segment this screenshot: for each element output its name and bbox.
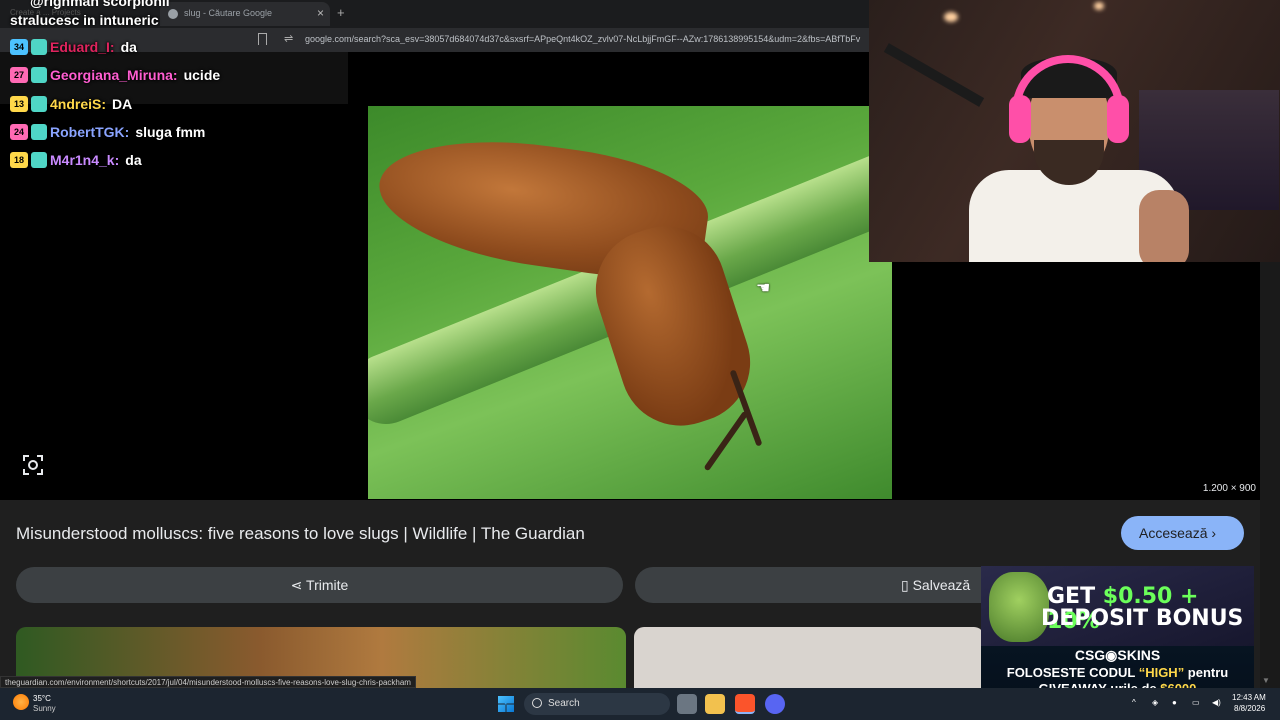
bookmark-outline-icon: ▯ <box>901 577 913 593</box>
new-tab-icon[interactable]: + <box>337 5 345 20</box>
chat-badge-icon <box>31 67 47 83</box>
windows-taskbar: 35°C Sunny Search ^ ◈ ● ▭ ◀) 12:43 AM 8/… <box>0 688 1280 720</box>
search-icon <box>532 698 542 708</box>
sponsor-ad-banner: GET $0.50 + 10% DEPOSIT BONUS CSG◉SKINS … <box>981 566 1254 698</box>
weather-temperature: 35°C <box>33 694 51 703</box>
chat-message: 27 Georgiana_Miruna: ucide <box>10 64 220 86</box>
weather-description: Sunny <box>33 704 56 713</box>
tab-title: slug - Căutare Google <box>184 8 273 18</box>
chevron-right-icon: › <box>1211 525 1217 541</box>
share-button[interactable]: ⋖ Trimite <box>16 567 623 603</box>
chat-message: 13 4ndreiS: DA <box>10 93 132 115</box>
mic-icon[interactable]: ● <box>1172 698 1177 707</box>
file-explorer-icon[interactable] <box>705 694 725 714</box>
chat-username: Eduard_I: <box>50 39 115 55</box>
chat-message-text: DA <box>112 96 133 112</box>
discord-icon[interactable] <box>765 694 785 714</box>
close-icon[interactable]: × <box>317 6 324 20</box>
url-field[interactable]: google.com/search?sca_esv=38057d684074d3… <box>305 34 865 44</box>
save-button-label: Salvează <box>912 577 971 593</box>
clock-date[interactable]: 8/8/2026 <box>1234 704 1265 713</box>
task-view-icon[interactable] <box>677 694 697 714</box>
headset-earcup <box>1107 95 1129 143</box>
ceiling-light <box>944 12 958 22</box>
chat-badge-icon <box>31 96 47 112</box>
chat-username: RobertTGK: <box>50 124 130 140</box>
chat-message: 24 RobertTGK: sluga fmm <box>10 121 205 143</box>
sub-badge: 34 <box>10 39 28 55</box>
brave-browser-icon[interactable] <box>735 694 755 714</box>
tab-slug-search[interactable]: slug - Căutare Google × <box>160 2 330 26</box>
related-image-thumbnail[interactable] <box>634 627 984 688</box>
chat-badge-icon <box>31 152 47 168</box>
streamer-webcam <box>869 0 1280 262</box>
chat-message-text: ucide <box>183 67 221 83</box>
chevron-up-icon[interactable]: ^ <box>1132 698 1136 707</box>
ad-headline-2: DEPOSIT BONUS <box>1041 606 1244 631</box>
status-bar-url: theguardian.com/environment/shortcuts/20… <box>0 676 416 688</box>
chat-username: 4ndreiS: <box>50 96 107 112</box>
chat-message-text: da <box>120 39 137 55</box>
visit-button[interactable]: Accesează › <box>1121 516 1244 550</box>
share-button-label: Trimite <box>306 577 349 593</box>
network-icon[interactable]: ◈ <box>1152 698 1158 707</box>
ad-mascot <box>989 572 1049 642</box>
chat-message: 34 Eduard_I: da <box>10 36 137 58</box>
scroll-down-icon[interactable]: ▼ <box>1262 676 1270 685</box>
sub-badge: 27 <box>10 67 28 83</box>
slug-tentacle <box>703 410 749 472</box>
ad-code-suffix: pentru <box>1184 665 1229 680</box>
chat-username: Georgiana_Miruna: <box>50 67 178 83</box>
image-source-title[interactable]: Misunderstood molluscs: five reasons to … <box>16 524 585 544</box>
share-icon: ⋖ <box>290 577 307 593</box>
chat-previous-message-text: stralucesc in intuneric <box>10 12 159 28</box>
ad-code-prefix: FOLOSESTE CODUL <box>1006 665 1139 680</box>
visit-button-label: Accesează <box>1139 525 1208 541</box>
sub-badge: 13 <box>10 96 28 112</box>
preview-image[interactable] <box>368 106 892 499</box>
site-info-icon[interactable]: ⇌ <box>284 32 293 45</box>
google-lens-icon[interactable] <box>22 454 44 476</box>
chat-previous-message: @rignman scorpionii <box>30 0 170 9</box>
chat-message-text: da <box>125 152 142 168</box>
chat-badge-icon <box>31 39 47 55</box>
taskbar-search[interactable]: Search <box>524 693 670 715</box>
bookmark-icon[interactable] <box>258 33 267 45</box>
weather-sun-icon[interactable] <box>13 694 29 710</box>
hand-cursor-icon: ☚ <box>756 280 771 297</box>
google-favicon-icon <box>168 9 178 19</box>
chat-badge-icon <box>31 124 47 140</box>
taskbar-search-label: Search <box>548 698 580 709</box>
ad-brand-logo: CSG◉SKINS <box>1074 647 1161 663</box>
mic-arm <box>883 43 985 107</box>
image-dimensions: 1.200 × 900 <box>1202 483 1256 494</box>
display-icon[interactable]: ▭ <box>1192 698 1200 707</box>
sub-badge: 18 <box>10 152 28 168</box>
clock-time[interactable]: 12:43 AM <box>1232 693 1266 702</box>
streamer-arm <box>1139 190 1189 262</box>
chat-message-text: sluga fmm <box>135 124 206 140</box>
ad-code-value: “HIGH” <box>1138 665 1185 680</box>
ad-code-text: FOLOSESTE CODUL “HIGH” pentru <box>981 665 1254 680</box>
headset-earcup <box>1009 95 1031 143</box>
windows-start-icon[interactable] <box>498 696 514 712</box>
sub-badge: 24 <box>10 124 28 140</box>
ceiling-light <box>1094 2 1104 10</box>
chat-message: 18 M4r1n4_k: da <box>10 149 142 171</box>
volume-icon[interactable]: ◀) <box>1212 698 1221 707</box>
chat-username: M4r1n4_k: <box>50 152 120 168</box>
